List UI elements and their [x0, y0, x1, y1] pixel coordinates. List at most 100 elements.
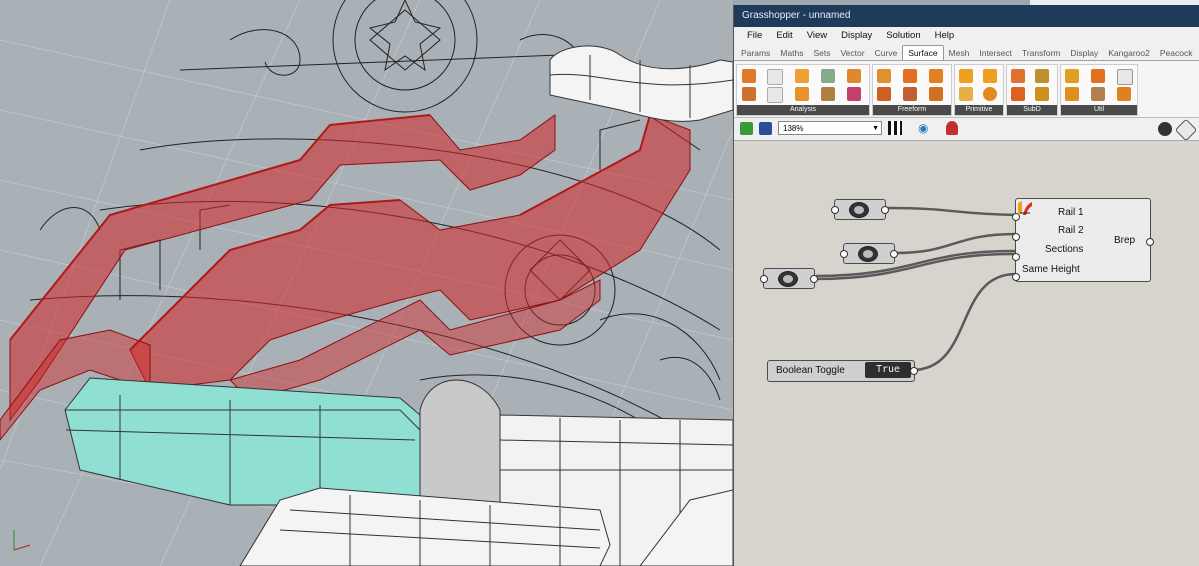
sweep2-component[interactable]: Rail 1 Rail 2 Sections Same Height Brep [1012, 198, 1154, 282]
toggle-value[interactable]: True [865, 362, 911, 378]
zoom-value: 138% [783, 124, 804, 133]
point-icon[interactable] [795, 69, 809, 83]
menu-file[interactable]: File [740, 30, 769, 41]
tab-vector[interactable]: Vector [835, 46, 869, 60]
curve-param-sections[interactable] [760, 268, 818, 289]
ribbon-label-util: Util [1061, 105, 1137, 115]
subd-box-icon[interactable] [1011, 69, 1025, 83]
evaluate-icon[interactable] [821, 69, 835, 83]
input-rail1: Rail 1 [1058, 207, 1084, 218]
output-grip[interactable] [810, 275, 818, 283]
patch-icon[interactable] [877, 87, 891, 101]
rhino-viewport[interactable] [0, 0, 733, 566]
deconstruct-icon[interactable] [742, 87, 756, 101]
tab-curve[interactable]: Curve [870, 46, 903, 60]
box-icon[interactable] [742, 69, 756, 83]
output-brep: Brep [1114, 235, 1136, 246]
toggle-output-grip[interactable] [910, 367, 918, 375]
menu-bar: File Edit View Display Solution Help [734, 27, 1199, 44]
rail2-input-grip[interactable] [1012, 233, 1020, 241]
tab-surface[interactable]: Surface [902, 45, 944, 60]
window-title: Grasshopper - unnamed [734, 5, 1199, 27]
display-mode-icon[interactable] [1174, 118, 1198, 142]
ribbon-label-analysis: Analysis [737, 105, 869, 115]
sections-input-grip[interactable] [1012, 253, 1020, 261]
ribbon-group-primitive: Primitive [954, 64, 1004, 116]
input-grip[interactable] [840, 250, 848, 258]
subd-fuse-icon[interactable] [1035, 69, 1049, 83]
tab-params[interactable]: Params [736, 46, 775, 60]
output-grip[interactable] [890, 250, 898, 258]
tab-sets[interactable]: Sets [808, 46, 835, 60]
viewport-scene [0, 0, 733, 566]
output-grip[interactable] [881, 206, 889, 214]
subd-mesh-icon[interactable] [1011, 87, 1025, 101]
tab-maths[interactable]: Maths [775, 46, 808, 60]
volume-icon[interactable] [767, 87, 783, 103]
chevron-down-icon: ▼ [872, 125, 879, 132]
menu-solution[interactable]: Solution [879, 30, 927, 41]
tab-kangaroo2[interactable]: Kangaroo2 [1103, 46, 1155, 60]
loft-icon[interactable] [903, 69, 917, 83]
pipe-icon[interactable] [929, 69, 943, 83]
zoom-dropdown[interactable]: 138% ▼ [778, 121, 882, 135]
menu-edit[interactable]: Edit [769, 30, 799, 41]
eye-icon[interactable]: ◉ [918, 122, 928, 134]
input-grip[interactable] [760, 275, 768, 283]
sweep2-icon [1018, 201, 1032, 215]
input-grip[interactable] [831, 206, 839, 214]
subd-control-icon[interactable] [1035, 87, 1049, 101]
axis-widget [13, 530, 31, 551]
menu-display[interactable]: Display [834, 30, 879, 41]
network-icon[interactable] [903, 87, 917, 101]
ribbon-label-freeform: Freeform [873, 105, 951, 115]
frame-icon[interactable] [847, 87, 861, 101]
open-file-icon[interactable] [740, 122, 753, 135]
box-primitive-icon[interactable] [959, 69, 973, 83]
brep-output-grip[interactable] [1146, 238, 1154, 246]
brep-join-icon[interactable] [1065, 87, 1079, 101]
toggle-label: Boolean Toggle [776, 365, 845, 376]
sphere-icon[interactable] [983, 87, 997, 101]
boolean-toggle[interactable]: Boolean Toggle True [767, 360, 918, 382]
sweep-icon[interactable] [929, 87, 943, 101]
hexagon-icon [858, 246, 878, 262]
curve-param-rail2[interactable] [840, 243, 898, 264]
offset-icon[interactable] [1117, 69, 1133, 85]
fillet-icon[interactable] [1117, 87, 1131, 101]
component-ribbon: Analysis Freeform Primitive SubD Util [734, 61, 1199, 118]
isotrim-icon[interactable] [1091, 69, 1105, 83]
white-solid-top [549, 45, 733, 122]
closest-icon[interactable] [795, 87, 809, 101]
input-sections: Sections [1045, 244, 1084, 255]
tab-peacock[interactable]: Peacock [1155, 46, 1198, 60]
save-file-icon[interactable] [759, 122, 772, 135]
ribbon-label-subd: SubD [1007, 105, 1057, 115]
ribbon-group-util: Util [1060, 64, 1138, 116]
extrude-icon[interactable] [877, 69, 891, 83]
tab-transform[interactable]: Transform [1017, 46, 1065, 60]
curvature-icon[interactable] [847, 69, 861, 83]
curve-param-rail1[interactable] [831, 199, 889, 220]
ribbon-group-freeform: Freeform [872, 64, 952, 116]
wire-rail1 [886, 206, 1017, 217]
menu-view[interactable]: View [800, 30, 834, 41]
tab-intersect[interactable]: Intersect [974, 46, 1017, 60]
sketch-icon[interactable] [888, 121, 902, 135]
plane-surface-icon[interactable] [959, 87, 973, 101]
cylinder-icon[interactable] [983, 69, 997, 83]
menu-help[interactable]: Help [928, 30, 962, 41]
divide-icon[interactable] [1065, 69, 1079, 83]
grasshopper-window: Grasshopper - unnamed File Edit View Dis… [733, 5, 1199, 566]
tab-mesh[interactable]: Mesh [944, 46, 975, 60]
component-tabs: Params Maths Sets Vector Curve Surface M… [734, 44, 1199, 61]
area-icon[interactable] [767, 69, 783, 85]
edges-icon[interactable] [821, 87, 835, 101]
preview-mode-icon[interactable] [1158, 122, 1172, 136]
cap-icon[interactable] [1091, 87, 1105, 101]
paint-icon[interactable] [946, 121, 958, 135]
same-height-input-grip[interactable] [1012, 273, 1020, 281]
hexagon-icon [849, 202, 869, 218]
grasshopper-canvas[interactable]: Rail 1 Rail 2 Sections Same Height Brep … [734, 154, 1199, 566]
tab-display[interactable]: Display [1065, 46, 1103, 60]
